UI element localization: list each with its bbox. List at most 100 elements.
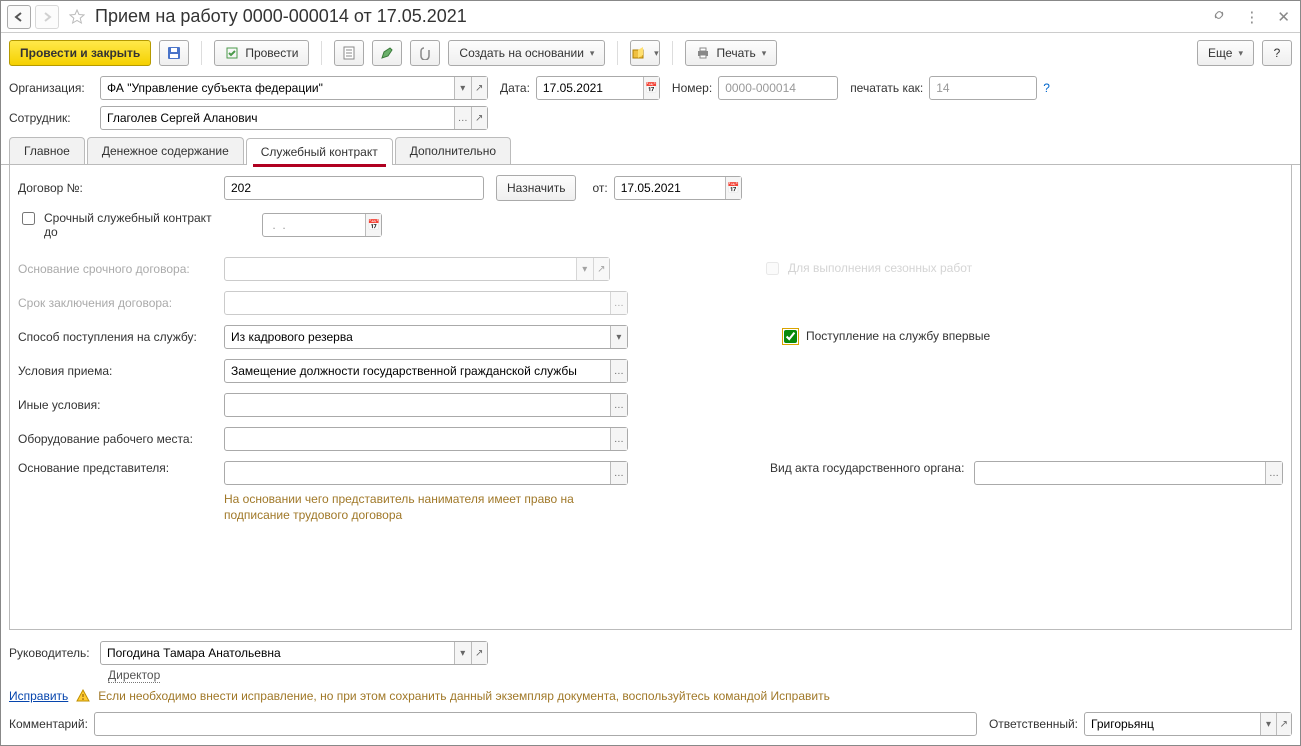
- pencil-icon: [380, 46, 394, 60]
- attach-button[interactable]: [410, 40, 440, 66]
- chevron-down-icon[interactable]: ▾: [1260, 713, 1275, 735]
- contract-term-label: Срок заключения договора:: [18, 296, 218, 310]
- conditions-input[interactable]: …: [224, 359, 628, 383]
- act-type-label: Вид акта государственного органа:: [770, 461, 964, 475]
- urgent-basis-combo: ▾ ↗: [224, 257, 610, 281]
- select-icon: …: [610, 292, 627, 314]
- document-icon: [343, 46, 355, 60]
- organization-combo[interactable]: ▾ ↗: [100, 76, 488, 100]
- action-menu-button[interactable]: ▾: [630, 40, 660, 66]
- fix-link[interactable]: Исправить: [9, 689, 68, 703]
- fix-note: Если необходимо внести исправление, но п…: [98, 689, 830, 703]
- responsible-combo[interactable]: ▾ ↗: [1084, 712, 1292, 736]
- contract-from-label: от:: [592, 181, 607, 195]
- tab-main[interactable]: Главное: [9, 137, 85, 164]
- tab-additional[interactable]: Дополнительно: [395, 137, 511, 164]
- calendar-icon[interactable]: 📅: [643, 77, 659, 99]
- help-link[interactable]: ?: [1043, 81, 1050, 95]
- chevron-down-icon[interactable]: ▾: [610, 326, 627, 348]
- other-conditions-input[interactable]: …: [224, 393, 628, 417]
- post-button[interactable]: Провести: [214, 40, 309, 66]
- post-and-close-button[interactable]: Провести и закрыть: [9, 40, 151, 66]
- select-icon[interactable]: …: [610, 428, 627, 450]
- first-time-checkbox[interactable]: [784, 330, 797, 343]
- urgent-contract-checkbox[interactable]: [22, 212, 35, 225]
- conditions-label: Условия приема:: [18, 364, 218, 378]
- chevron-down-icon: ▾: [762, 48, 767, 59]
- assign-button[interactable]: Назначить: [496, 175, 576, 201]
- seasonal-work-checkbox: [766, 262, 779, 275]
- chevron-down-icon: ▾: [590, 48, 595, 59]
- contract-number-label: Договор №:: [18, 181, 218, 195]
- tab-service-contract[interactable]: Служебный контракт: [246, 138, 393, 165]
- more-button[interactable]: Еще▾: [1197, 40, 1254, 66]
- select-icon[interactable]: …: [610, 360, 627, 382]
- date-label: Дата:: [500, 81, 530, 95]
- representative-basis-note: На основании чего представитель нанимате…: [224, 491, 604, 523]
- open-icon: ↗: [593, 258, 610, 280]
- open-icon[interactable]: ↗: [471, 107, 488, 129]
- number-input[interactable]: [718, 76, 838, 100]
- kebab-menu-icon[interactable]: ⋮: [1240, 6, 1263, 28]
- urgent-until-date[interactable]: 📅: [262, 213, 382, 237]
- act-type-input[interactable]: …: [974, 461, 1283, 485]
- contract-number-input[interactable]: [224, 176, 484, 200]
- forward-button[interactable]: [35, 5, 59, 29]
- calendar-icon[interactable]: 📅: [725, 177, 741, 199]
- manager-combo[interactable]: ▾ ↗: [100, 641, 488, 665]
- number-label: Номер:: [672, 81, 712, 95]
- manager-position-link[interactable]: Директор: [108, 668, 160, 683]
- chevron-down-icon[interactable]: ▾: [454, 642, 471, 664]
- open-icon[interactable]: ↗: [471, 642, 488, 664]
- responsible-label: Ответственный:: [989, 717, 1078, 731]
- printer-icon: [696, 46, 710, 60]
- contract-from-date[interactable]: 📅: [614, 176, 742, 200]
- close-icon[interactable]: ✕: [1273, 6, 1294, 28]
- open-icon[interactable]: ↗: [1276, 713, 1291, 735]
- post-icon: [225, 46, 239, 60]
- seasonal-work-label: Для выполнения сезонных работ: [788, 261, 972, 275]
- window-title: Прием на работу 0000-000014 от 17.05.202…: [95, 6, 1208, 27]
- representative-basis-input[interactable]: …: [224, 461, 628, 485]
- paperclip-icon: [418, 46, 432, 60]
- service-method-combo[interactable]: ▾: [224, 325, 628, 349]
- select-icon[interactable]: …: [1265, 462, 1282, 484]
- contract-term-input: …: [224, 291, 628, 315]
- print-as-label: печатать как:: [850, 81, 923, 95]
- warning-icon: [76, 689, 90, 703]
- open-icon[interactable]: ↗: [471, 77, 488, 99]
- comment-label: Комментарий:: [9, 717, 88, 731]
- date-input[interactable]: 📅: [536, 76, 660, 100]
- employee-combo[interactable]: … ↗: [100, 106, 488, 130]
- employee-label: Сотрудник:: [9, 111, 94, 125]
- edit-button[interactable]: [372, 40, 402, 66]
- link-icon[interactable]: [1208, 6, 1230, 28]
- organization-label: Организация:: [9, 81, 94, 95]
- tab-salary[interactable]: Денежное содержание: [87, 137, 244, 164]
- print-as-input[interactable]: [929, 76, 1037, 100]
- print-button[interactable]: Печать ▾: [685, 40, 777, 66]
- create-based-on-button[interactable]: Создать на основании ▾: [448, 40, 605, 66]
- save-icon: [167, 46, 181, 60]
- urgent-basis-label: Основание срочного договора:: [18, 262, 218, 276]
- urgent-contract-label: Срочный служебный контракт до: [44, 211, 214, 239]
- calendar-icon[interactable]: 📅: [365, 214, 381, 236]
- back-button[interactable]: [7, 5, 31, 29]
- equipment-label: Оборудование рабочего места:: [18, 432, 218, 446]
- box-icon: [632, 46, 646, 60]
- service-method-label: Способ поступления на службу:: [18, 330, 218, 344]
- select-icon[interactable]: …: [454, 107, 471, 129]
- chevron-down-icon: ▾: [576, 258, 593, 280]
- other-conditions-label: Иные условия:: [18, 398, 218, 412]
- document-button[interactable]: [334, 40, 364, 66]
- favorite-star-icon[interactable]: [67, 7, 87, 27]
- select-icon[interactable]: …: [610, 462, 627, 484]
- select-icon[interactable]: …: [610, 394, 627, 416]
- comment-input[interactable]: [94, 712, 977, 736]
- help-button[interactable]: ?: [1262, 40, 1292, 66]
- representative-basis-label: Основание представителя:: [18, 461, 218, 475]
- chevron-down-icon[interactable]: ▾: [454, 77, 471, 99]
- first-time-label: Поступление на службу впервые: [806, 329, 990, 343]
- equipment-input[interactable]: …: [224, 427, 628, 451]
- save-button[interactable]: [159, 40, 189, 66]
